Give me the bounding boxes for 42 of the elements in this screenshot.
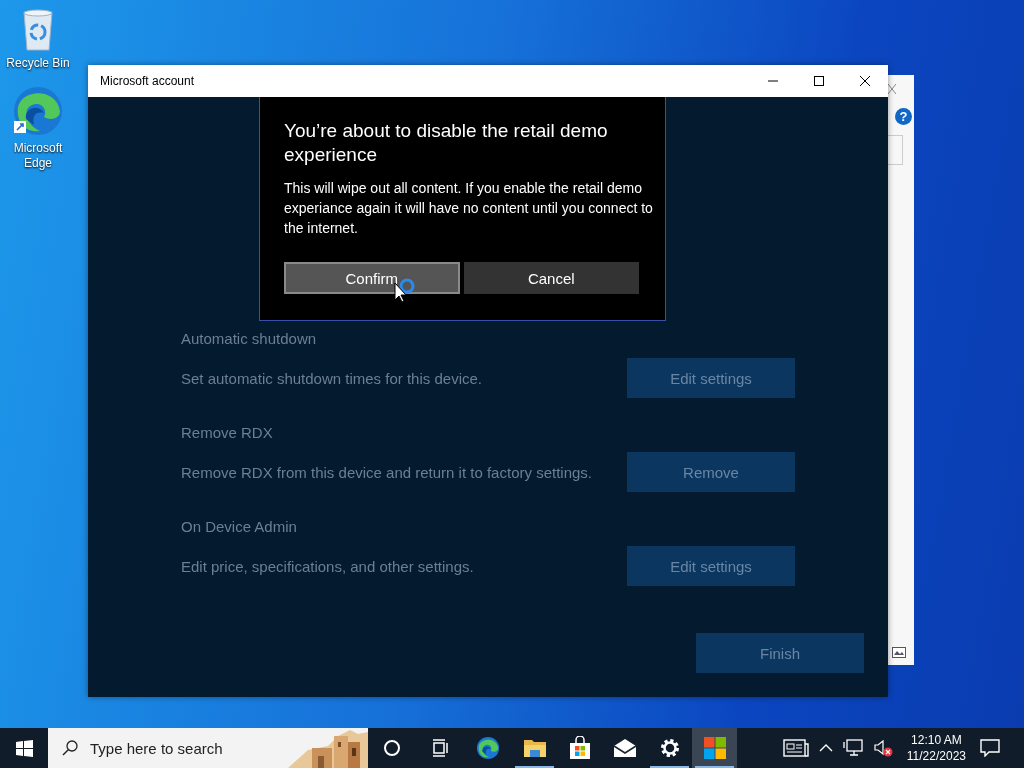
- help-button[interactable]: ?: [895, 108, 912, 125]
- circle-icon: [383, 739, 401, 757]
- dialog-message: This will wipe out all content. If you enable the retail demo experiance again it will have no content until you connect to the internet.: [284, 179, 653, 238]
- desktop-icon-label[interactable]: Recycle Bin: [3, 56, 73, 71]
- dialog-button[interactable]: Confirm: [284, 262, 460, 294]
- four-squares-logo-icon: [703, 737, 726, 759]
- section-heading: Automatic shutdown: [181, 329, 318, 349]
- chevron-up-icon[interactable]: [818, 743, 833, 753]
- section-description: Edit price, specifications, and other settings.: [181, 557, 474, 575]
- close-icon[interactable]: [859, 75, 871, 87]
- notification-icon[interactable]: [980, 739, 1000, 757]
- section-button[interactable]: Edit settings: [627, 546, 795, 586]
- window-title: Microsoft account: [100, 74, 195, 88]
- windows-logo-icon: [15, 739, 33, 757]
- desktop-icon-label[interactable]: Microsoft Edge: [3, 141, 73, 171]
- section-button[interactable]: Edit settings: [627, 358, 795, 398]
- network-icon[interactable]: [842, 739, 863, 757]
- edge-logo-icon: [476, 736, 500, 760]
- recycle-bin-icon[interactable]: [20, 8, 56, 52]
- search-field[interactable]: Type here to search: [88, 738, 278, 758]
- gear-icon: [658, 737, 681, 759]
- envelope-icon: [612, 738, 637, 758]
- finish-button[interactable]: Finish: [696, 633, 864, 673]
- muted-speaker-icon[interactable]: [872, 739, 893, 757]
- dialog-button[interactable]: Cancel: [463, 262, 639, 294]
- edge-logo-icon[interactable]: [12, 85, 64, 137]
- section-description: Set automatic shutdown times for this device.: [181, 369, 482, 387]
- section-heading: Remove RDX: [181, 423, 274, 443]
- search-box[interactable]: Type here to search: [48, 728, 368, 768]
- section-description: Remove RDX from this device and return it to factory settings.: [181, 463, 592, 481]
- section-button[interactable]: Remove: [627, 452, 795, 492]
- task-view-icon: [431, 739, 449, 757]
- image-icon[interactable]: [892, 647, 906, 658]
- news-icon[interactable]: [782, 739, 809, 757]
- maximize-icon[interactable]: [813, 75, 825, 87]
- clock-time[interactable]: 12:10 AM: [911, 732, 962, 748]
- shopping-bag-icon: [568, 736, 591, 760]
- search-icon: [62, 740, 78, 756]
- dialog-title: You’re about to disable the retail demo experience: [284, 119, 609, 167]
- clock-date[interactable]: 11/22/2023: [906, 748, 966, 764]
- folder-icon: [522, 737, 547, 759]
- section-heading: On Device Admin: [181, 517, 298, 537]
